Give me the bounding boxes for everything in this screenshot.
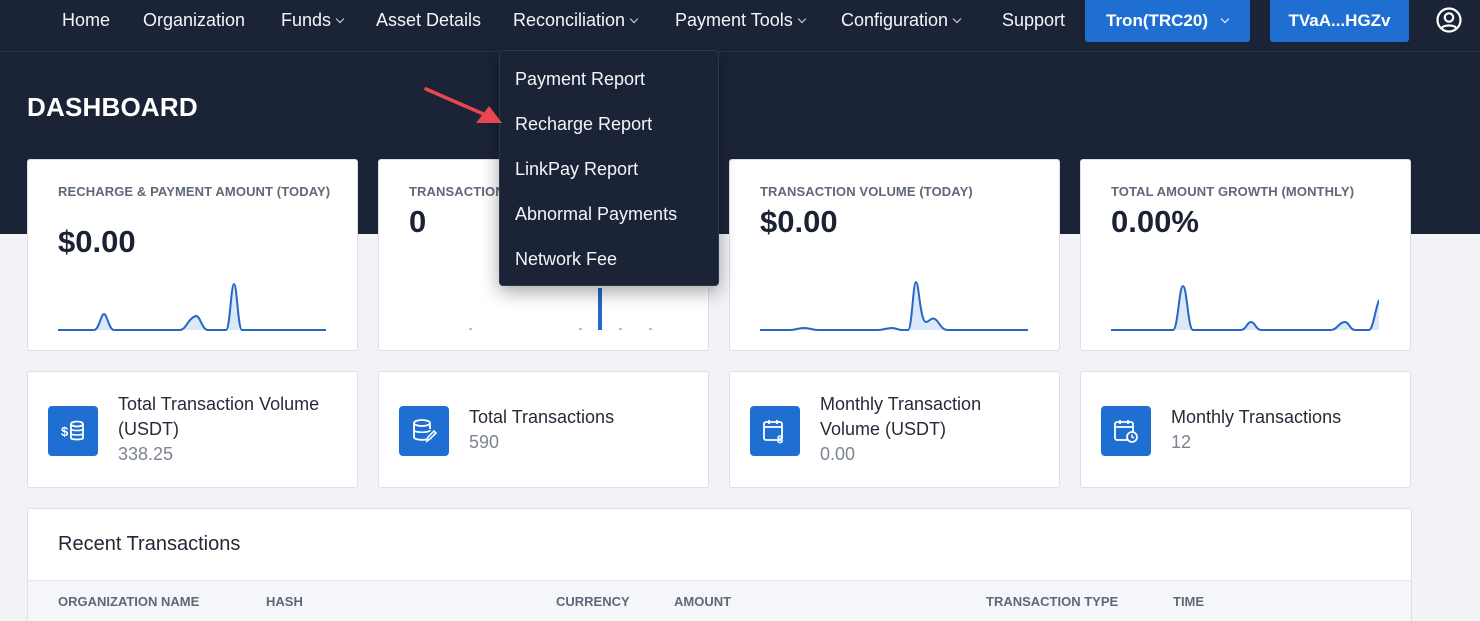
annotation-arrow-icon [424, 87, 502, 123]
chevron-down-icon [629, 14, 639, 24]
stat-value: 0.00% [1111, 204, 1199, 239]
chevron-down-icon [952, 14, 962, 24]
stat-card-growth: TOTAL AMOUNT GROWTH (MONTHLY) 0.00% [1080, 159, 1411, 351]
stat-value: $0.00 [760, 204, 838, 239]
sparkline-chart [58, 282, 326, 331]
nav-reconciliation[interactable]: Reconciliation [513, 0, 639, 40]
column-header-currency[interactable]: CURRENCY [556, 594, 630, 609]
main-navigation: Home Organization Funds Asset Details Re… [0, 0, 1480, 52]
info-card-total-transactions: Total Transactions 590 [378, 371, 709, 488]
info-card-monthly-transactions: Monthly Transactions 12 [1080, 371, 1411, 488]
calendar-dollar-icon: $ [750, 406, 800, 456]
stat-label: RECHARGE & PAYMENT AMOUNT (TODAY) [58, 184, 331, 199]
section-title: Recent Transactions [58, 533, 241, 555]
network-select-button[interactable]: Tron(TRC20) [1085, 0, 1250, 42]
column-header-hash[interactable]: HASH [266, 594, 303, 609]
user-circle-icon[interactable] [1435, 6, 1463, 34]
nav-organization[interactable]: Organization [143, 0, 245, 40]
sparkline-chart [760, 280, 1028, 331]
info-label: Monthly Transaction Volume (USDT) [820, 394, 982, 439]
recent-transactions-panel: Recent Transactions ORGANIZATION NAME HA… [27, 508, 1412, 621]
info-card-monthly-volume: $ Monthly Transaction Volume (USDT) 0.00 [729, 371, 1060, 488]
info-value: 0.00 [820, 444, 856, 464]
menu-item-linkpay-report[interactable]: LinkPay Report [515, 154, 638, 184]
info-label: Total Transaction Volume (USDT) [118, 394, 320, 439]
svg-text:$: $ [61, 424, 69, 439]
menu-item-abnormal-payments[interactable]: Abnormal Payments [515, 199, 677, 229]
column-header-transaction-type[interactable]: TRANSACTION TYPE [986, 594, 1118, 609]
menu-item-network-fee[interactable]: Network Fee [515, 244, 617, 274]
stat-card-recharge-payment: RECHARGE & PAYMENT AMOUNT (TODAY) $0.00 [27, 159, 358, 351]
menu-item-recharge-report[interactable]: Recharge Report [515, 109, 652, 139]
info-label: Total Transactions [469, 407, 615, 427]
info-label: Monthly Transactions [1171, 407, 1342, 427]
nav-configuration[interactable]: Configuration [841, 0, 962, 40]
stat-label: TRANSACTION VOLUME (TODAY) [760, 184, 973, 199]
sparkline-chart [1111, 284, 1379, 331]
page-title: DASHBOARD [27, 92, 198, 122]
info-value: 590 [469, 432, 500, 452]
svg-text:$: $ [777, 434, 783, 444]
chevron-down-icon [335, 14, 345, 24]
column-header-organization[interactable]: ORGANIZATION NAME [58, 594, 199, 609]
stat-value: 0 [409, 204, 427, 239]
table-header: ORGANIZATION NAME HASH CURRENCY AMOUNT T… [28, 580, 1411, 621]
info-value: 12 [1171, 432, 1192, 452]
nav-asset-details[interactable]: Asset Details [376, 0, 481, 40]
nav-payment-tools[interactable]: Payment Tools [675, 0, 806, 40]
chevron-down-icon [797, 14, 806, 24]
stat-label: TOTAL AMOUNT GROWTH (MONTHLY) [1111, 184, 1355, 199]
stat-card-volume-today: TRANSACTION VOLUME (TODAY) $0.00 [729, 159, 1060, 351]
reconciliation-dropdown-menu: Payment Report Recharge Report LinkPay R… [499, 50, 719, 286]
nav-funds[interactable]: Funds [281, 0, 345, 40]
info-value: 338.25 [118, 444, 174, 464]
column-header-time[interactable]: TIME [1173, 594, 1204, 609]
column-header-amount[interactable]: AMOUNT [674, 594, 731, 609]
menu-item-payment-report[interactable]: Payment Report [515, 64, 645, 94]
chevron-down-icon [1220, 14, 1230, 24]
wallet-address-button[interactable]: TVaA...HGZv [1270, 0, 1409, 42]
nav-home[interactable]: Home [62, 0, 110, 40]
database-edit-icon [399, 406, 449, 456]
calendar-clock-icon [1101, 406, 1151, 456]
nav-support[interactable]: Support [1002, 0, 1065, 40]
info-card-total-volume: $ Total Transaction Volume (USDT) 338.25 [27, 371, 358, 488]
dollar-coins-icon: $ [48, 406, 98, 456]
stat-value: $0.00 [58, 224, 136, 259]
